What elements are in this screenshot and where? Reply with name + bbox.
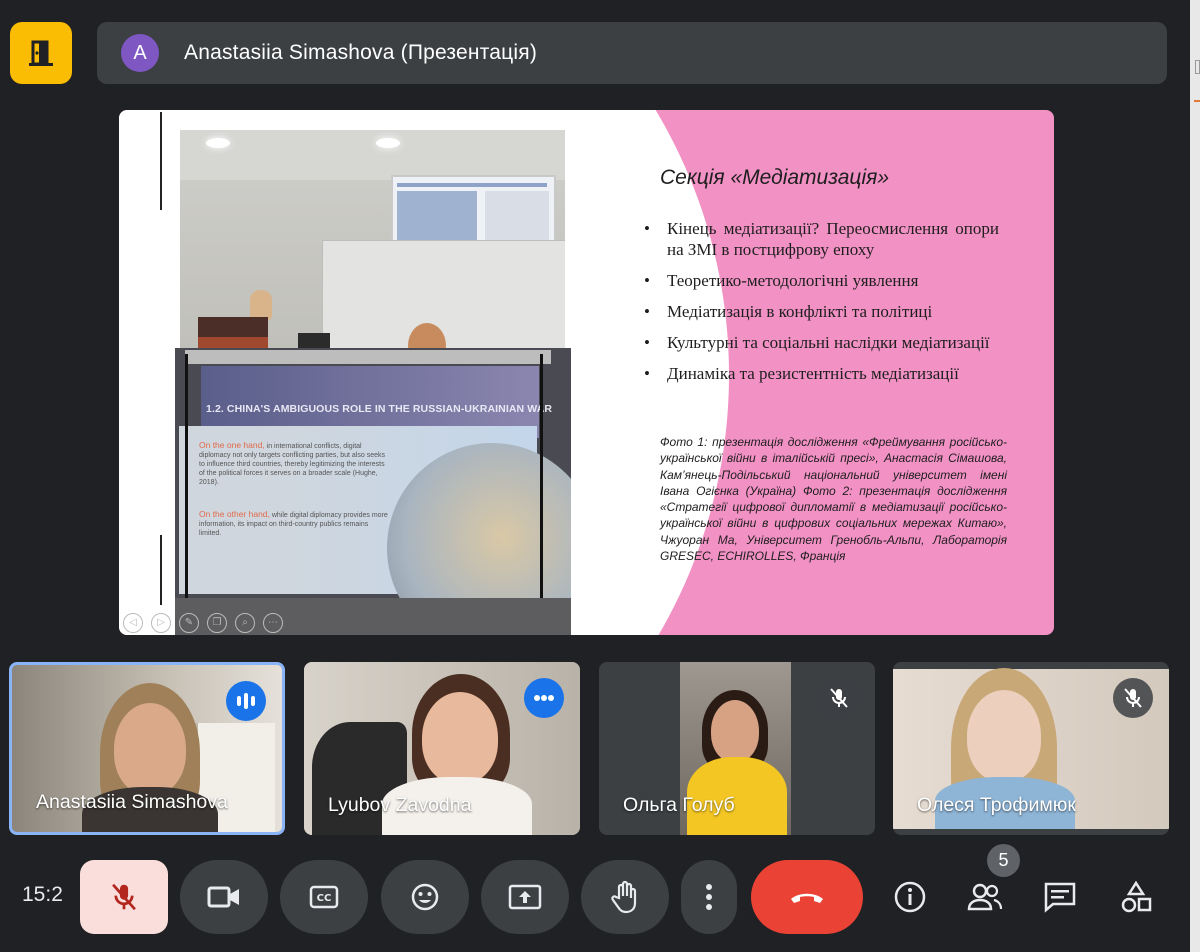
chat-icon	[1044, 882, 1076, 913]
svg-text:CC: CC	[317, 893, 332, 904]
slide-caption: Фото 1: презентація дослідження «Фреймув…	[660, 435, 1007, 564]
pen-icon[interactable]: ✎	[179, 613, 199, 633]
presentation-title: Anastasiia Simashova (Презентація)	[184, 41, 538, 64]
more-options-button[interactable]	[681, 860, 737, 934]
slide-divider-line	[160, 535, 162, 605]
slide-divider-line	[160, 112, 162, 210]
conference-photo-2: 1.2. CHINA'S AMBIGUOUS ROLE IN THE RUSSI…	[175, 348, 571, 635]
photo2-paragraph-2: On the other hand, while digital diploma…	[199, 509, 388, 538]
activities-icon	[1121, 880, 1152, 913]
muted-indicator	[819, 678, 859, 718]
emoji-icon	[411, 883, 439, 911]
hand-icon	[611, 880, 637, 914]
participant-name: Олеся Трофимюк	[917, 794, 1076, 816]
window-edge-strip	[1190, 0, 1200, 952]
speaking-indicator	[226, 681, 266, 721]
zoom-icon[interactable]: ⌕	[235, 613, 255, 633]
leave-door-button[interactable]	[10, 22, 72, 84]
camera-toggle-button[interactable]	[180, 860, 268, 934]
raise-hand-button[interactable]	[581, 860, 669, 934]
captions-button[interactable]: CC	[280, 860, 368, 934]
speaking-indicator	[524, 678, 564, 718]
muted-indicator	[1113, 678, 1153, 718]
info-icon	[894, 881, 926, 913]
mic-off-icon	[830, 688, 848, 708]
slide-controls: ◁ ▷ ✎ ❐ ⌕ ⋯	[123, 613, 283, 633]
participant-name: Lyubov Zavodna	[328, 794, 472, 816]
photo2-heading: 1.2. CHINA'S AMBIGUOUS ROLE IN THE RUSSI…	[206, 403, 553, 415]
bullet-item: Культурні та соціальні наслідки медіатиз…	[644, 332, 999, 353]
audio-wave-icon	[237, 693, 255, 709]
next-slide-icon[interactable]: ▷	[151, 613, 171, 633]
prev-slide-icon[interactable]: ◁	[123, 613, 143, 633]
bullet-item: Кінець медіатизації? Переосмислення опор…	[644, 218, 999, 260]
participant-count-badge: 5	[987, 844, 1020, 877]
slide-bullets: Кінець медіатизації? Переосмислення опор…	[644, 218, 999, 394]
more-icon	[706, 884, 712, 910]
door-icon	[29, 40, 53, 66]
bullet-item: Медіатизація в конфлікті та політиці	[644, 301, 999, 322]
present-screen-button[interactable]	[481, 860, 569, 934]
participant-tile[interactable]: Anastasiia Simashova	[9, 662, 285, 835]
present-icon	[508, 884, 542, 910]
mic-off-icon	[112, 883, 136, 911]
captions-icon: CC	[309, 885, 339, 909]
shared-slide: 1.2. CHINA'S AMBIGUOUS ROLE IN THE RUSSI…	[119, 110, 1054, 635]
participant-tile[interactable]: Олеся Трофимюк	[893, 662, 1169, 835]
microphone-toggle-button[interactable]	[80, 860, 168, 934]
photo2-paragraph-1: On the one hand, in international confli…	[199, 440, 385, 487]
presenter-avatar: A	[121, 34, 159, 72]
chat-button[interactable]	[1038, 875, 1082, 919]
people-button[interactable]	[963, 875, 1007, 919]
activities-button[interactable]	[1114, 875, 1158, 919]
participant-tile[interactable]: Lyubov Zavodna	[304, 662, 580, 835]
copy-icon[interactable]: ❐	[207, 613, 227, 633]
meeting-info-button[interactable]	[888, 875, 932, 919]
camera-icon	[207, 886, 239, 908]
slide-title: Секція «Медіатизація»	[660, 166, 890, 189]
people-icon	[967, 883, 1003, 911]
end-call-icon	[791, 893, 823, 903]
participant-name: Ольга Голуб	[623, 794, 735, 816]
end-call-button[interactable]	[751, 860, 863, 934]
participant-name: Anastasiia Simashova	[36, 791, 228, 813]
presentation-title-bar: A Anastasiia Simashova (Презентація)	[97, 22, 1167, 84]
more-slide-icon[interactable]: ⋯	[263, 613, 283, 633]
participant-tile[interactable]: Ольга Голуб	[599, 662, 875, 835]
meet-window: A Anastasiia Simashova (Презентація) 1.2…	[0, 0, 1200, 952]
bullet-item: Динаміка та резистентність медіатизації	[644, 363, 999, 384]
bullet-item: Теоретико-методологічні уявлення	[644, 270, 999, 291]
meeting-clock: 15:2	[22, 883, 63, 906]
mic-off-icon	[1124, 688, 1142, 708]
audio-wave-icon	[534, 695, 554, 701]
reactions-button[interactable]	[381, 860, 469, 934]
